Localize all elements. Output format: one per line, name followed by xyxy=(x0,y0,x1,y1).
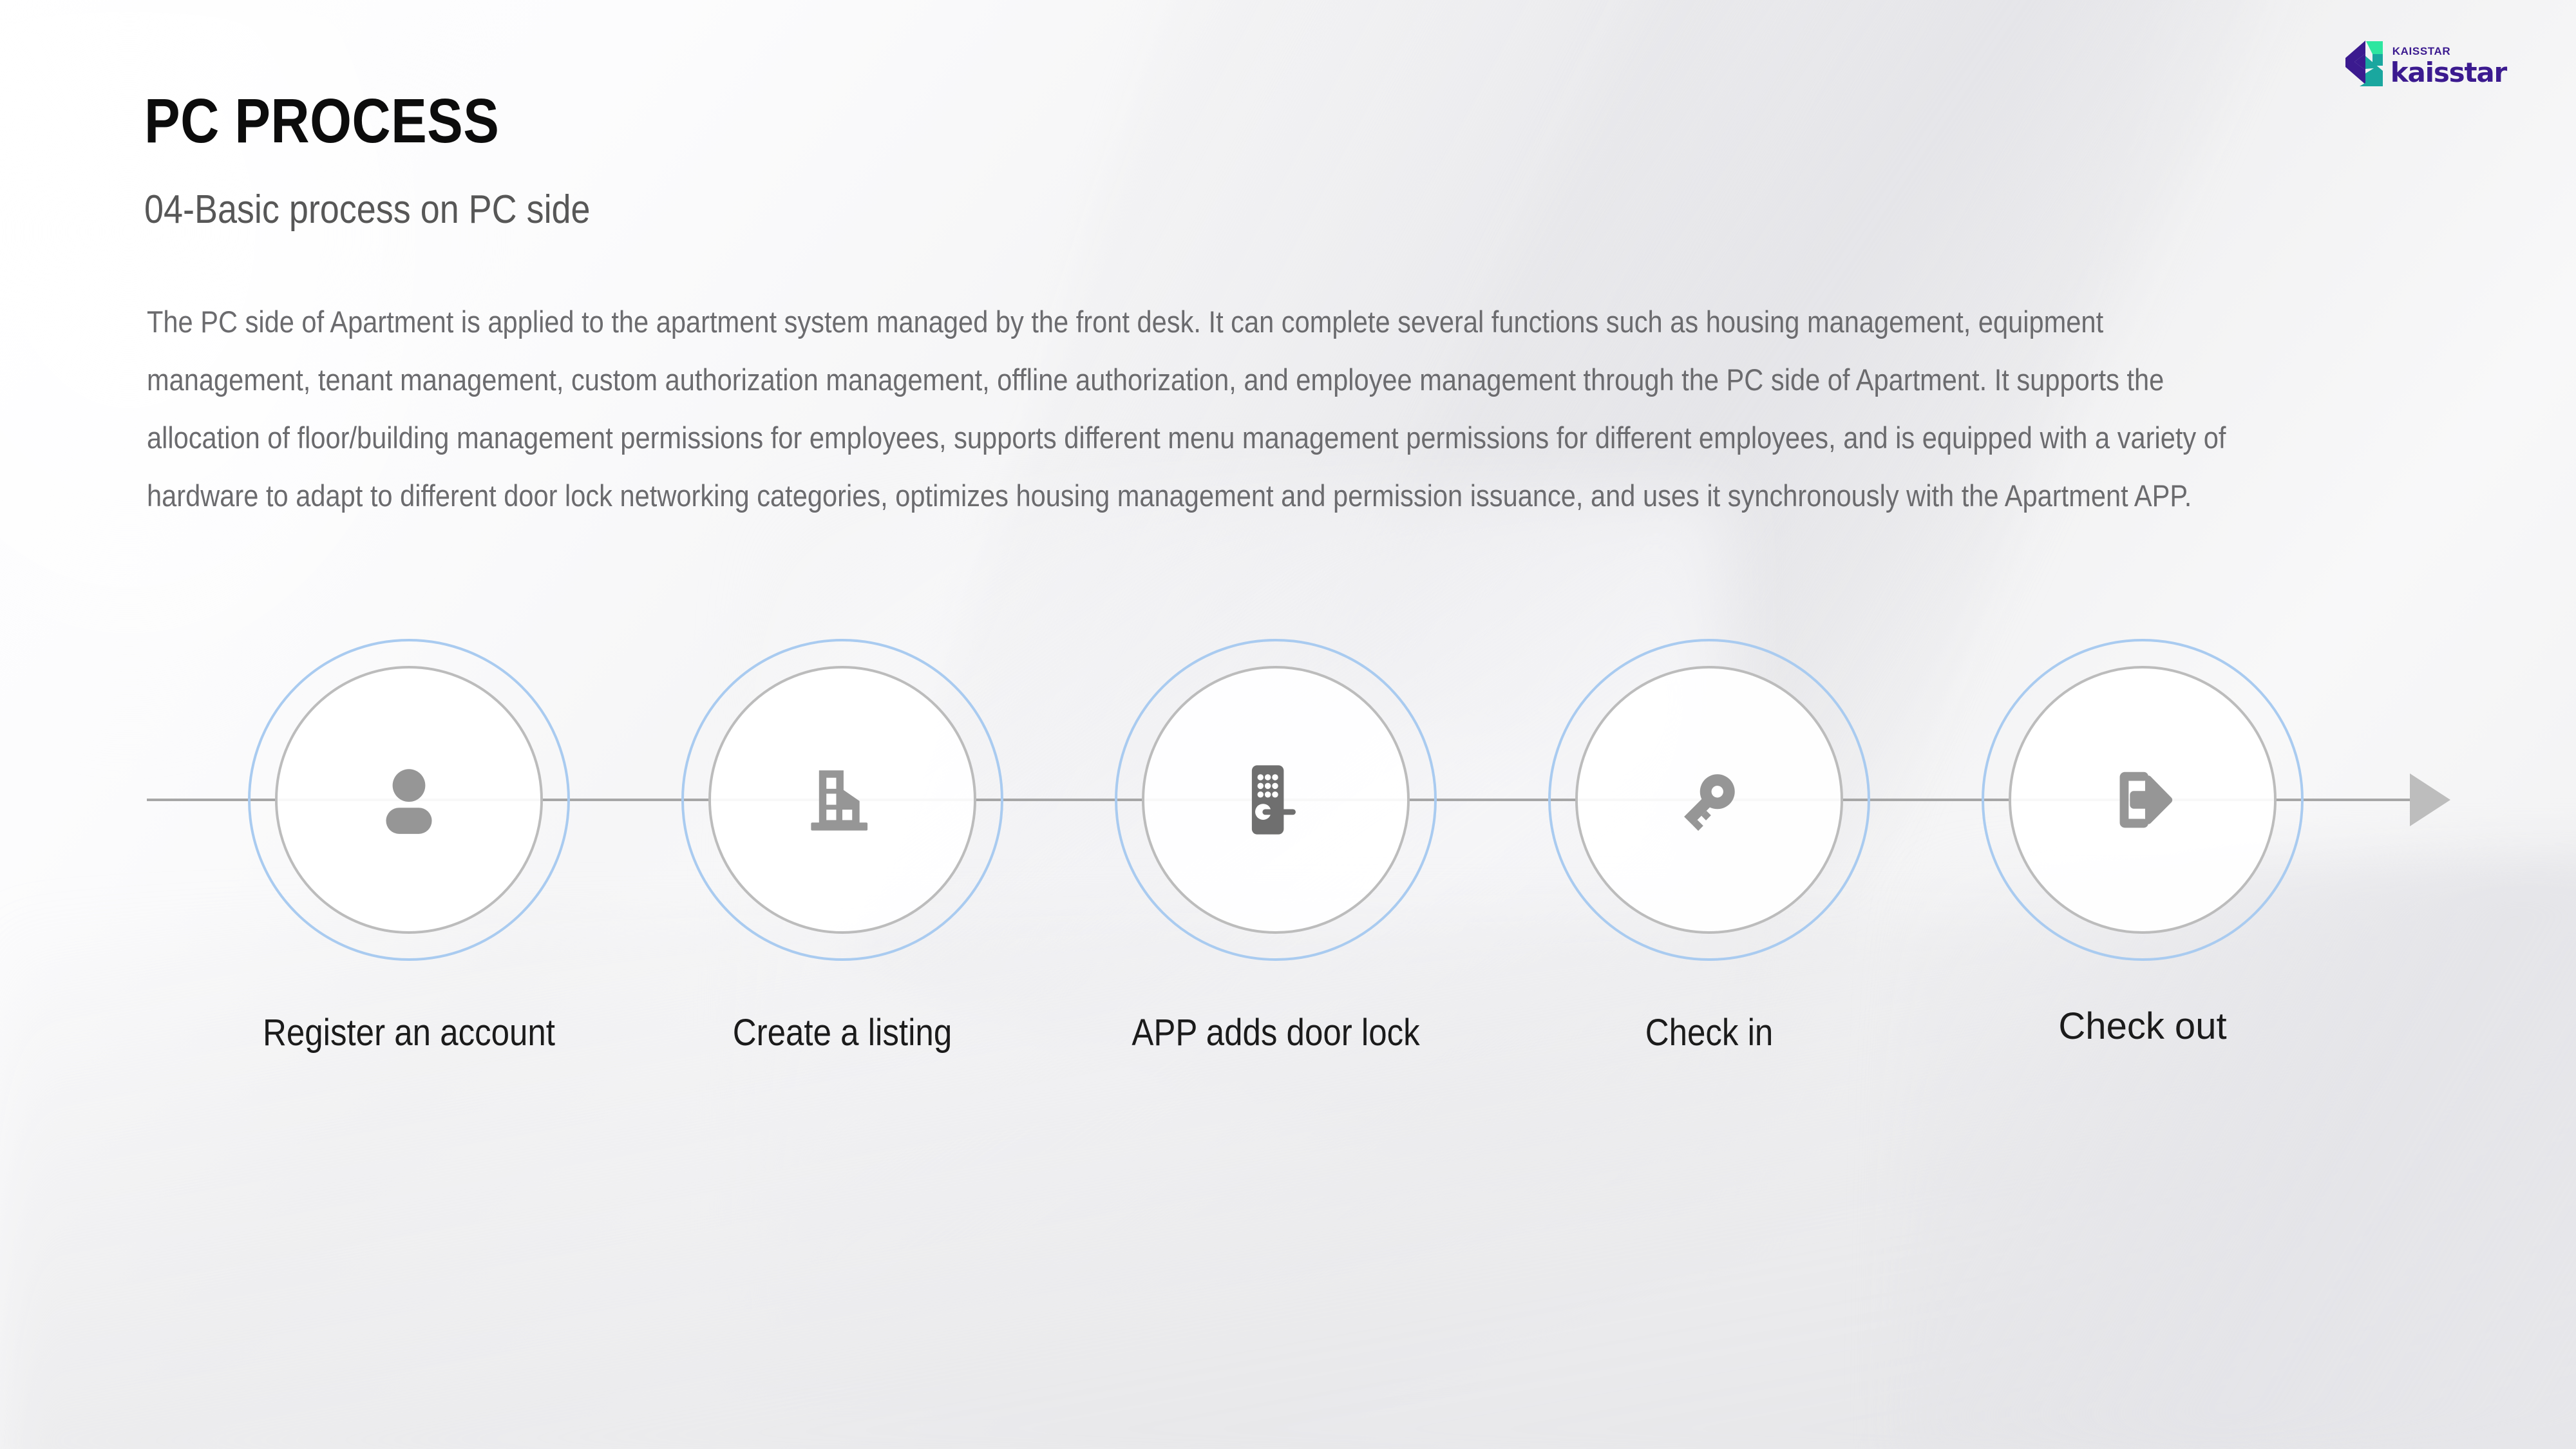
process-step-check-in[interactable]: Check in xyxy=(1542,625,1877,1101)
page-subtitle: 04-Basic process on PC side xyxy=(144,187,591,232)
step-label: Create a listing xyxy=(732,1012,952,1054)
step-inner-circle xyxy=(1142,666,1410,934)
step-inner-circle xyxy=(1575,666,1843,934)
kaisstar-wordmark: KAISSTAR kaisstar xyxy=(2390,42,2507,88)
key-icon xyxy=(1668,759,1750,841)
process-step-check-out[interactable]: Check out xyxy=(1975,625,2310,1101)
exit-icon xyxy=(2102,759,2183,840)
slide-canvas: KAISSTAR kaisstar PC PROCESS 04-Basic pr… xyxy=(0,0,2576,1449)
kaisstar-logo-mark xyxy=(2344,40,2384,88)
process-step-register-an-account[interactable]: Register an account xyxy=(242,625,576,1101)
step-label: APP adds door lock xyxy=(1132,1012,1420,1054)
step-label: Check in xyxy=(1645,1012,1774,1054)
process-step-app-adds-door-lock[interactable]: APP adds door lock xyxy=(1108,625,1443,1101)
step-inner-circle xyxy=(708,666,976,934)
logo-big-text: kaisstar xyxy=(2390,56,2507,88)
building-icon xyxy=(803,761,882,839)
door-lock-icon xyxy=(1233,757,1318,842)
step-label: Register an account xyxy=(263,1012,555,1054)
page-title: PC PROCESS xyxy=(144,86,500,156)
process-step-create-a-listing[interactable]: Create a listing xyxy=(675,625,1010,1101)
step-inner-circle xyxy=(2009,666,2277,934)
step-label: Check out xyxy=(2058,1005,2227,1047)
brand-logo: KAISSTAR kaisstar xyxy=(2344,40,2507,88)
logo-small-text: KAISSTAR xyxy=(2392,44,2451,57)
page-body-paragraph: The PC side of Apartment is applied to t… xyxy=(147,305,2226,513)
step-inner-circle xyxy=(275,666,543,934)
process-flow: Register an account Create a listing APP… xyxy=(0,625,2576,1101)
user-icon xyxy=(367,758,451,842)
